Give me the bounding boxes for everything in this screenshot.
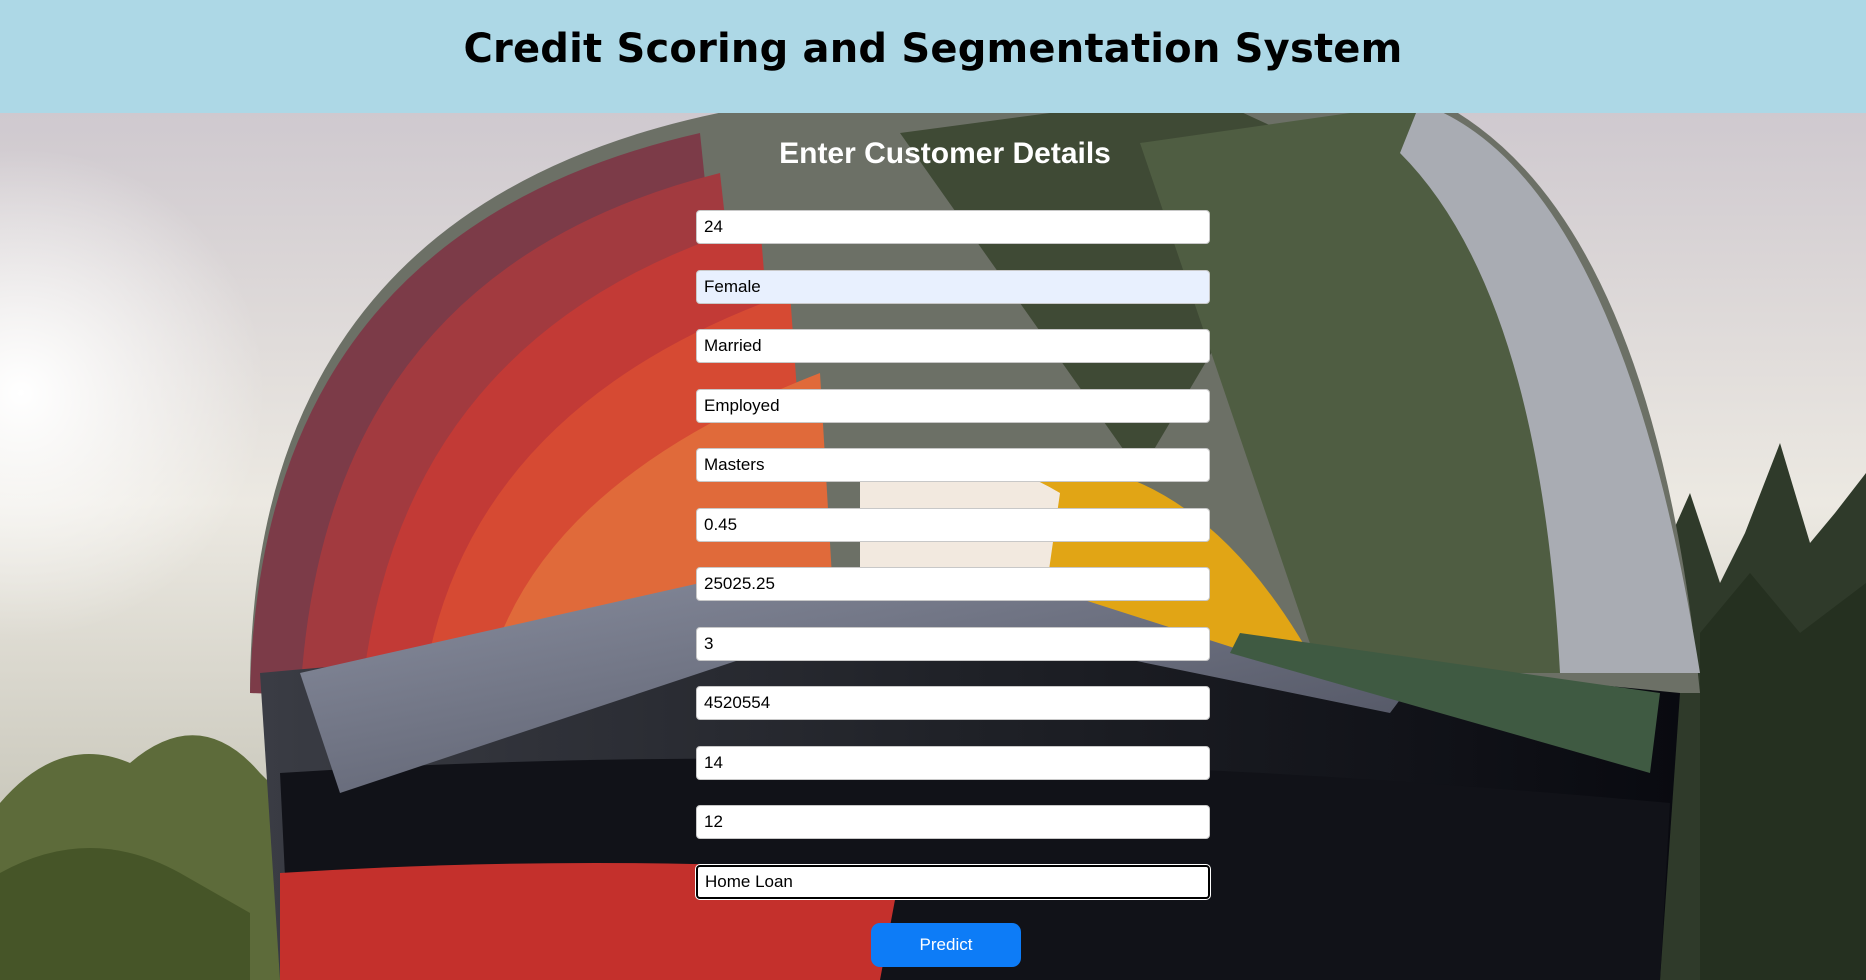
interest-rate-input[interactable]: 14 <box>696 745 1210 780</box>
gender-input[interactable]: Female <box>696 269 1210 304</box>
age-input[interactable]: 24 <box>696 210 1210 244</box>
number-of-credit-accounts-input[interactable]: 3 <box>696 626 1210 661</box>
credit-utilization-ratio-input[interactable]: 0.45 <box>696 507 1210 542</box>
form-title: Enter Customer Details <box>779 137 1111 170</box>
form-section: Enter Customer Details 24 Female Married Em… <box>0 113 1866 980</box>
loan-amount-input[interactable]: 4520554 <box>696 686 1210 720</box>
type-of-loan-input[interactable]: Home Loan <box>696 864 1210 899</box>
loan-term-input[interactable]: 12 <box>696 805 1210 839</box>
page-title: Credit Scoring and Segmentation System <box>463 25 1403 72</box>
marital-status-input[interactable]: Married <box>696 329 1210 363</box>
payment-history-input[interactable]: 25025.25 <box>696 567 1210 601</box>
app-header: Credit Scoring and Segmentation System <box>0 0 1866 113</box>
education-level-input[interactable]: Masters <box>696 448 1210 482</box>
predict-button[interactable]: Predict <box>871 923 1021 967</box>
employment-status-input[interactable]: Employed <box>696 388 1210 423</box>
